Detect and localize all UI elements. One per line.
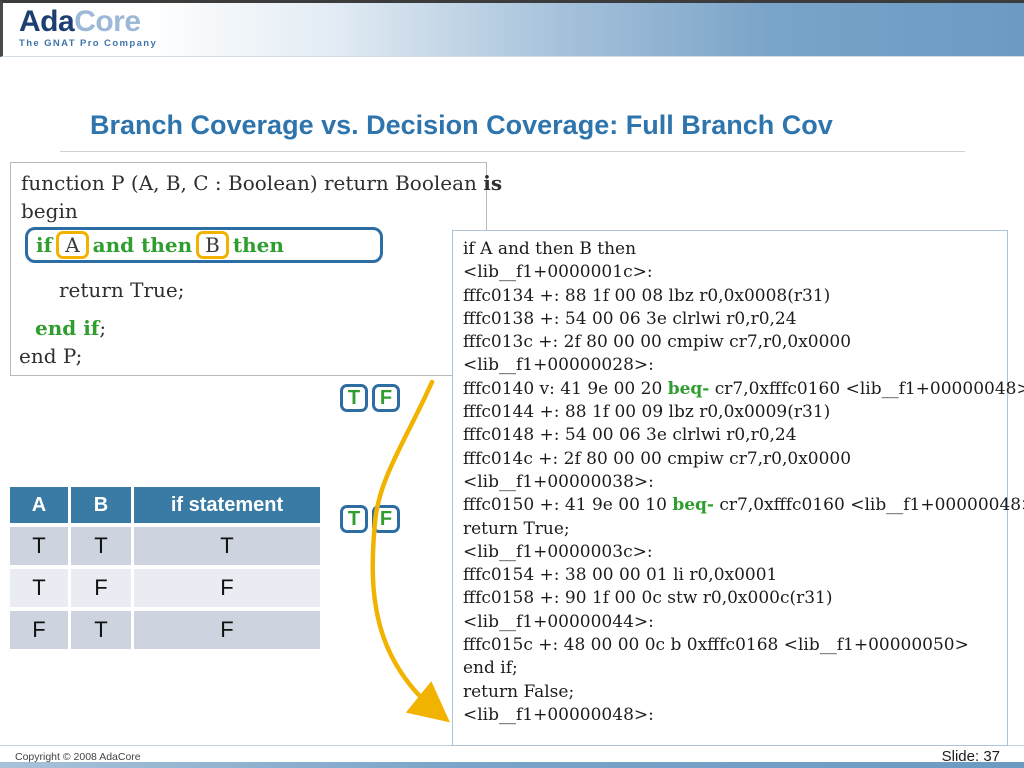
table-cell: T [71,611,131,649]
title-divider [60,151,965,152]
keyword-end-if: end if [35,316,100,340]
table-cell: T [10,569,68,607]
table-cell: T [134,527,320,565]
logo-ada-text: Ada [19,5,75,38]
if-statement-highlight-box: if A and then B then [25,227,383,263]
logo-wordmark: AdaCore [19,7,157,37]
assembly-line: <lib__f1+0000003c>: [463,541,653,562]
table-cell: T [71,527,131,565]
header-banner: AdaCore The GNAT Pro Company [0,0,1024,57]
table-cell: F [10,611,68,649]
assembly-line: fffc0134 +: 88 1f 00 08 lbz r0,0x0008(r3… [463,285,831,306]
code-line-end-p: end P; [19,344,83,368]
assembly-line: fffc0158 +: 90 1f 00 0c stw r0,0x000c(r3… [463,588,833,609]
branch-true-marker-1: T [340,384,368,412]
assembly-line: return True; [463,518,570,539]
branch-false-marker-2: F [372,505,400,533]
table-cell: F [71,569,131,607]
condition-a-box: A [56,231,89,259]
assembly-line: fffc013c +: 2f 80 00 00 cmpiw cr7,r0,0x0… [463,332,852,353]
code-is-keyword: is [483,171,503,195]
assembly-line: <lib__f1+00000038>: [463,471,654,492]
bottom-accent-bar [0,762,1024,768]
assembly-lines: if A and then B then <lib__f1+0000001c>: f… [463,238,1024,727]
table-header-cell: B [71,487,131,523]
table-cell: T [10,527,68,565]
assembly-line: fffc015c +: 48 00 00 0c b 0xfffc0168 <li… [463,635,969,656]
branch-false-marker-1: F [372,384,400,412]
end-if-semicolon: ; [99,316,107,340]
code-line-end-if: end if; [35,316,106,340]
asm-branch-keyword: beq- [672,495,714,516]
logo-core-text: Core [74,5,141,38]
assembly-line: fffc0140 v: 41 9e 00 20 beq- cr7,0xfffc0… [463,378,1024,399]
assembly-line: fffc0148 +: 54 00 06 3e clrlwi r0,r0,24 [463,425,797,446]
slide: AdaCore The GNAT Pro Company Branch Cove… [0,0,1024,768]
assembly-listing-panel: if A and then B then <lib__f1+0000001c>: f… [452,230,1024,746]
assembly-line: fffc0138 +: 54 00 06 3e clrlwi r0,r0,24 [463,308,797,329]
assembly-line: <lib__f1+00000048>: [463,704,654,725]
table-header-cell: if statement [134,487,320,523]
assembly-line: return False; [463,681,575,702]
truth-table: A Bif statement T T T T F F F T F [10,487,320,649]
condition-b-box: B [196,231,229,259]
table-cell: F [134,611,320,649]
asm-branch-keyword: beq- [667,378,710,399]
adacore-logo: AdaCore The GNAT Pro Company [19,7,157,49]
assembly-line: <lib__f1+00000044>: [463,611,654,632]
code-line-function: function P (A, B, C : Boolean) return Bo… [21,171,502,195]
code-function-text: function P (A, B, C : Boolean) return Bo… [21,171,484,195]
table-header-cell: A [10,487,68,523]
assembly-line: fffc014c +: 2f 80 00 00 cmpiw cr7,r0,0x0… [463,448,852,469]
keyword-and-then: and then [92,233,193,257]
assembly-line: fffc0154 +: 38 00 00 01 li r0,0x0001 [463,565,778,586]
assembly-line: end if; [463,658,518,679]
logo-tagline: The GNAT Pro Company [19,38,158,49]
assembly-line: if A and then B then [463,239,637,259]
page-title: Branch Coverage vs. Decision Coverage: F… [90,110,833,140]
code-line-return-true: return True; [59,278,185,302]
assembly-line: fffc0150 +: 41 9e 00 10 beq- cr7,0xfffc0… [463,495,1024,516]
keyword-if: if [36,233,53,257]
assembly-line: <lib__f1+0000001c>: [463,262,653,283]
table-cell: F [134,569,320,607]
assembly-line: <lib__f1+00000028>: [463,355,654,376]
source-code-box: function P (A, B, C : Boolean) return Bo… [10,162,502,376]
code-line-begin: begin [21,199,78,223]
keyword-then: then [232,233,284,257]
assembly-line: fffc0144 +: 88 1f 00 09 lbz r0,0x0009(r3… [463,402,831,423]
branch-true-marker-2: T [340,505,368,533]
